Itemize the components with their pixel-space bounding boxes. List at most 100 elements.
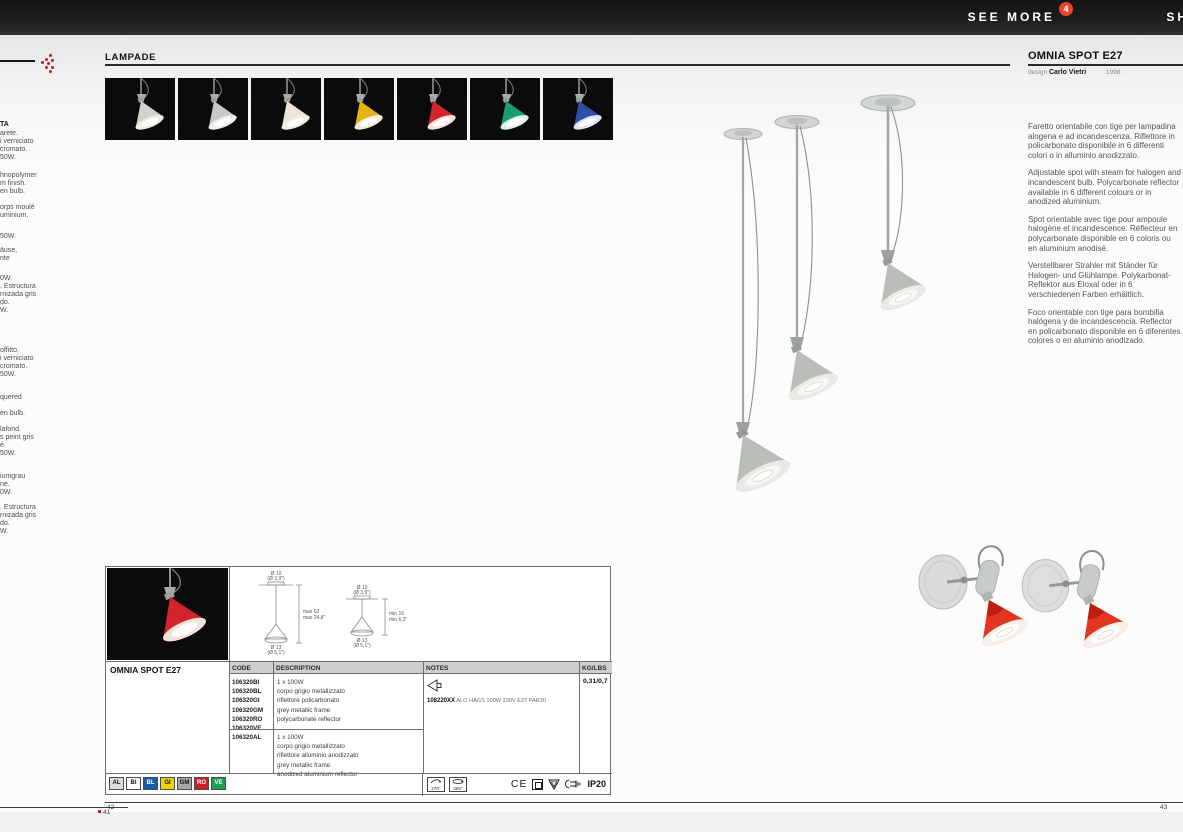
dim-label: (Ø 5,1")	[267, 650, 285, 656]
sidebar-text-fragment: arete. i verniciato cromato. 50W.	[0, 130, 33, 162]
finish-swatch-al: AL	[109, 777, 124, 790]
sidebar-text-fragment: 50W.	[0, 233, 16, 241]
sidebar-text-fragment: offitto. i verniciato cromato. 50W.	[0, 347, 33, 379]
code-list-row1: 106320BI 106320BL 106320GI 106320GM 1063…	[229, 674, 273, 733]
table-product-name: OMNIA SPOT E27	[110, 665, 181, 675]
pendant-lamp-left	[714, 129, 794, 498]
variant-thumbnail-yellow	[324, 78, 394, 140]
class2-insulation-icon	[532, 779, 543, 790]
red-lamp-illustration	[107, 568, 228, 660]
finish-swatch-bi: BI	[126, 777, 141, 790]
wall-lamps-illustration	[900, 530, 1150, 680]
finish-swatch-ve: VE	[211, 777, 226, 790]
description-english: Adjustable spot with steam for halogen a…	[1028, 168, 1181, 206]
notes-detail: ALO HAGS 100W 230V E27 PAR30	[455, 698, 546, 704]
code-list-row2: 106320AL	[229, 729, 273, 742]
ce-mark: CE	[511, 778, 528, 790]
lamp-socket-icon	[565, 779, 582, 789]
sidebar-text-fragment: lafond. s peint gris é. 50W.	[0, 426, 34, 458]
ip-rating: IP20	[587, 779, 606, 789]
svg-text:270°: 270°	[431, 786, 441, 791]
dim-label: (Ø 5,1")	[353, 643, 371, 649]
sidebar-text-fragment: iumgrau ne. 0W.	[0, 473, 25, 497]
wall-lamp-right	[1022, 551, 1130, 652]
footer-red-dot	[98, 810, 101, 813]
lamp-thumb-illustration	[105, 78, 175, 140]
sidebar-text-fragment: hnopolymer m finish. en bulb.	[0, 172, 37, 196]
description-german: Verstellbarer Strahler mit Ständer für H…	[1028, 261, 1181, 299]
product-descriptions: Faretto orientabile con tige per lampadi…	[1028, 122, 1181, 354]
description-french: Spot orientable avec tige pour ampoule h…	[1028, 215, 1181, 253]
left-edge-rule	[0, 60, 35, 62]
wall-lamp-left	[919, 546, 1031, 650]
finish-swatch-gm: GM	[177, 777, 192, 790]
tech-drawing: Ø 10 (Ø 3,9") Ø 13 (Ø 5,1") Ø 10 (Ø 3,9"…	[231, 569, 481, 659]
variant-thumbnail-blue	[543, 78, 613, 140]
pendant-lamps-photo	[665, 82, 1020, 569]
sidebar-text-fragment: en bulb.	[0, 410, 25, 418]
notes-text: 108220XX ALO HAGS 100W 230V E27 PAR30	[427, 698, 546, 704]
pendant-lamps-illustration	[665, 82, 1020, 564]
designer-name: Carlo Vietri	[1049, 69, 1086, 76]
wall-lamps-photo	[900, 530, 1150, 685]
footer-rule-spread	[105, 802, 1183, 803]
certification-marks: CE IP20	[511, 778, 611, 790]
designer-line: design Carlo Vietri 1998	[1028, 69, 1183, 76]
table-line	[229, 567, 230, 773]
description-row2: 1 x 100W corpo grigio metallizzato rifle…	[273, 729, 423, 779]
dim-label: (Ø 3,9")	[267, 576, 285, 582]
lamp-thumb-illustration	[178, 78, 248, 140]
page-number-43: 43	[1160, 804, 1167, 811]
variant-thumbnail-white	[251, 78, 321, 140]
rotation-angle-icon: 355°	[449, 777, 467, 792]
tilt-angle-icon: 270°	[427, 777, 445, 792]
notification-badge: 4	[1059, 2, 1073, 16]
variant-thumbnail-grey	[178, 78, 248, 140]
pendant-lamp-right	[861, 95, 929, 315]
col-header-notes: NOTES	[423, 661, 579, 674]
lamp-thumb-illustration	[324, 78, 394, 140]
certification-row: 270° 355° CE	[423, 773, 611, 795]
design-label: design	[1028, 69, 1047, 76]
header-rule-right	[1028, 64, 1183, 66]
sidebar-text-fragment: . Estructura rnizada gris do. W.	[0, 504, 36, 536]
col-header-description: DESCRIPTION	[273, 661, 423, 674]
finish-swatch-ro: RO	[194, 777, 209, 790]
see-more-button[interactable]: SEE MORE	[968, 10, 1055, 24]
svg-text:355°: 355°	[453, 786, 463, 791]
col-header-code: CODE	[229, 661, 273, 674]
notes-code: 108220XX	[427, 698, 455, 704]
share-button[interactable]: SH	[1166, 10, 1183, 24]
par-lamp-icon	[427, 679, 443, 692]
lamp-thumb-illustration	[470, 78, 540, 140]
spec-table: Ø 10 (Ø 3,9") Ø 13 (Ø 5,1") Ø 10 (Ø 3,9"…	[105, 566, 611, 795]
sidebar-text-fragment: quered	[0, 394, 22, 402]
sidebar-text-fragment: orps moulé uminium.	[0, 204, 35, 220]
table-line	[273, 661, 274, 773]
product-title: OMNIA SPOT E27	[1028, 50, 1123, 62]
sidebar-text-fragment: TA	[0, 121, 9, 129]
product-photo-thumb	[107, 568, 228, 660]
brand-logo-dots-icon	[40, 54, 56, 73]
dim-label: min 6,3"	[389, 617, 407, 623]
finish-swatch-gi: GI	[160, 777, 175, 790]
variant-thumbnail-aluminium	[105, 78, 175, 140]
table-line	[579, 661, 580, 773]
sidebar-text-fragment: äuse, nte	[0, 247, 17, 263]
variant-thumbnail-green	[470, 78, 540, 140]
table-line	[423, 661, 424, 773]
table-line	[229, 729, 423, 730]
dim-label: (Ø 3,9")	[353, 590, 371, 596]
notes-cell: 108220XX ALO HAGS 100W 230V E27 PAR30	[423, 674, 579, 773]
lamp-thumb-illustration	[543, 78, 613, 140]
dim-label: max 24,8"	[303, 615, 326, 621]
design-year: 1998	[1106, 69, 1120, 76]
sidebar-text-fragment: 0W. . Estructura rnizada gris do. W.	[0, 275, 36, 315]
section-title: LAMPADE	[105, 52, 156, 63]
weight-value: 0,31/0,7	[580, 674, 615, 685]
lamp-thumb-illustration	[251, 78, 321, 140]
lamp-thumb-illustration	[397, 78, 467, 140]
header-rule	[105, 64, 1010, 66]
description-row1: 1 x 100W corpo grigio metallizzato rifle…	[273, 674, 423, 724]
finish-swatches: AL BI BL GI GM RO VE	[109, 777, 226, 790]
